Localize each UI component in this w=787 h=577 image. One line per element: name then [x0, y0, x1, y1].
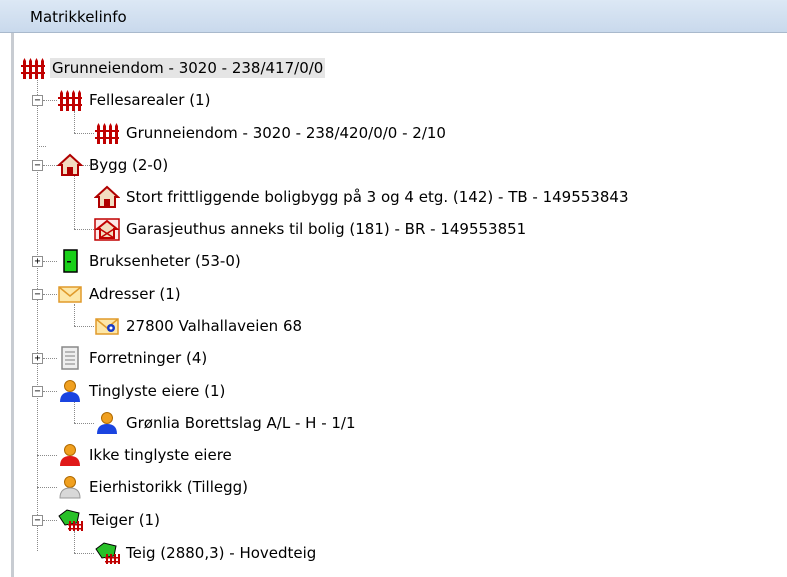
expander-tinglyste-eiere[interactable]: −	[32, 386, 43, 397]
fence-icon	[94, 120, 120, 146]
tree-item-label: Eierhistorikk (Tillegg)	[89, 478, 248, 496]
parcel-icon	[94, 540, 120, 566]
person-blue-icon	[57, 378, 83, 404]
envelope-icon	[57, 281, 83, 307]
tree-item-label: 27800 Valhallaveien 68	[126, 317, 303, 335]
tree-item-label: Garasjeuthus anneks til bolig (181) - BR…	[126, 220, 527, 238]
panel-title: Matrikkelinfo	[30, 8, 127, 26]
tree-item-teiger[interactable]: Teiger (1)	[57, 506, 162, 534]
tree-item-teig-hovedteig[interactable]: Teig (2880,3) - Hovedteig	[94, 539, 318, 567]
tree-item-label: Teiger (1)	[89, 511, 160, 529]
tree-item-label: Bygg (2-0)	[89, 156, 169, 174]
expander-bruksenheter[interactable]: +	[32, 256, 43, 267]
tree-item-label: Forretninger (4)	[89, 349, 208, 367]
tree-item-label: Ikke tinglyste eiere	[89, 446, 232, 464]
panel-header: Matrikkelinfo	[0, 0, 787, 33]
tree-item-bruksenheter[interactable]: Bruksenheter (53-0)	[57, 247, 243, 275]
tree-item-label: Grunneiendom - 3020 - 238/420/0/0 - 2/10	[126, 124, 446, 142]
tree-item-gronlia-borettslag[interactable]: Grønlia Borettslag A/L - H - 1/1	[94, 409, 358, 437]
tree-item-label: Bruksenheter (53-0)	[89, 252, 241, 270]
tree-root-grunneiendom[interactable]: Grunneiendom - 3020 - 238/417/0/0	[20, 54, 326, 82]
tree-item-label: Adresser (1)	[89, 285, 181, 303]
expander-teiger[interactable]: −	[32, 515, 43, 526]
address-envelope-icon	[94, 313, 120, 339]
tree-item-boligbygg[interactable]: Stort frittliggende boligbygg på 3 og 4 …	[94, 183, 631, 211]
tree-item-garasjeuthus[interactable]: Garasjeuthus anneks til bolig (181) - BR…	[94, 215, 528, 243]
tree-item-label: Stort frittliggende boligbygg på 3 og 4 …	[126, 188, 629, 206]
tree-item-forretninger[interactable]: Forretninger (4)	[57, 344, 209, 372]
person-blue-icon	[94, 410, 120, 436]
expander-adresser[interactable]: −	[32, 289, 43, 300]
person-gray-icon	[57, 474, 83, 500]
fence-icon	[20, 55, 46, 81]
property-tree[interactable]: − − + − + − − Grunneiendom - 3020 - 238/…	[0, 33, 787, 577]
expander-bygg[interactable]: −	[32, 160, 43, 171]
parcel-icon	[57, 507, 83, 533]
expander-fellesarealer[interactable]: −	[32, 95, 43, 106]
house-icon	[57, 152, 83, 178]
tree-item-tinglyste-eiere[interactable]: Tinglyste eiere (1)	[57, 377, 227, 405]
tree-item-eierhistorikk[interactable]: Eierhistorikk (Tillegg)	[57, 473, 250, 501]
expander-forretninger[interactable]: +	[32, 353, 43, 364]
tree-item-grunneiendom-420[interactable]: Grunneiendom - 3020 - 238/420/0/0 - 2/10	[94, 119, 448, 147]
person-red-icon	[57, 442, 83, 468]
tree-item-label: Grønlia Borettslag A/L - H - 1/1	[126, 414, 356, 432]
tree-item-bygg[interactable]: Bygg (2-0)	[57, 151, 170, 179]
tree-item-valhallaveien[interactable]: 27800 Valhallaveien 68	[94, 312, 304, 340]
tree-item-fellesarealer[interactable]: Fellesarealer (1)	[57, 86, 212, 114]
house-icon	[94, 184, 120, 210]
tree-item-adresser[interactable]: Adresser (1)	[57, 280, 183, 308]
tree-item-label: Teig (2880,3) - Hovedteig	[126, 544, 317, 562]
document-icon	[57, 345, 83, 371]
tree-item-label: Fellesarealer (1)	[89, 91, 211, 109]
fence-icon	[57, 87, 83, 113]
tree-item-label: Grunneiendom - 3020 - 238/417/0/0	[50, 58, 326, 78]
garage-icon	[94, 216, 120, 242]
tree-item-ikke-tinglyste-eiere[interactable]: Ikke tinglyste eiere	[57, 441, 234, 469]
door-icon	[57, 248, 83, 274]
tree-item-label: Tinglyste eiere (1)	[89, 382, 226, 400]
